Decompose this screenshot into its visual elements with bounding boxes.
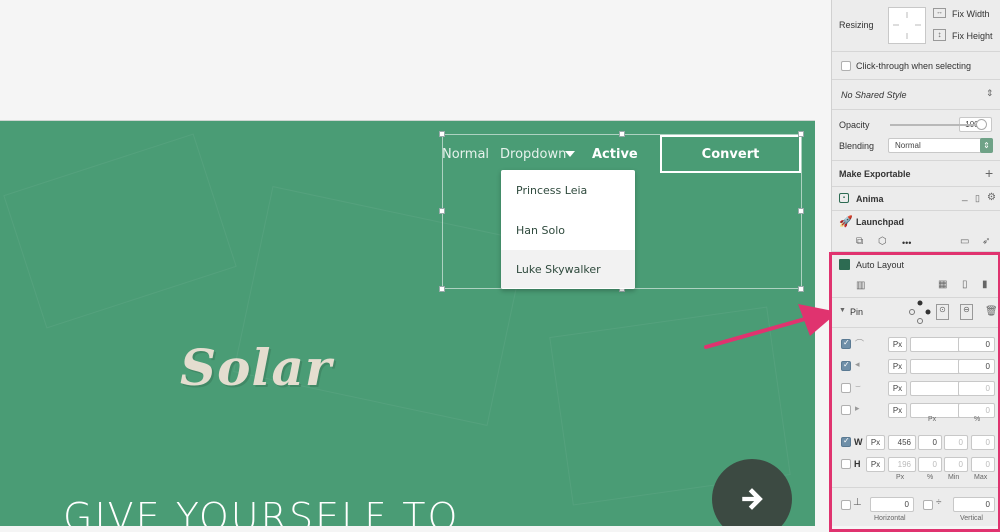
anima-section: ▪ Anima _ ▯ ⚙ xyxy=(832,187,1000,211)
minimize-icon[interactable]: _ xyxy=(962,191,968,202)
appearance-section: Opacity 100% Blending Normal ⇕ xyxy=(832,110,1000,161)
opacity-label: Opacity xyxy=(839,120,870,130)
opacity-slider-knob[interactable] xyxy=(976,119,987,130)
link-icon[interactable]: ⧉ xyxy=(856,236,863,247)
opacity-slider-track[interactable] xyxy=(890,124,982,126)
updown-chevron-icon[interactable]: ⇕ xyxy=(986,88,994,99)
dropdown-menu: Princess Leia Han Solo Luke Skywalker xyxy=(501,170,635,289)
anima-label: Anima xyxy=(856,194,884,204)
resizing-label: Resizing xyxy=(839,20,874,30)
shared-style-select[interactable]: No Shared Style xyxy=(841,90,907,100)
resize-handle[interactable] xyxy=(439,131,445,137)
hero-headline: GIVE YOURSELF TO xyxy=(63,495,460,526)
arrow-right-icon xyxy=(742,488,763,510)
cube-icon[interactable]: ⬡ xyxy=(878,236,887,247)
rocket-launch-icon[interactable]: ➶ xyxy=(982,236,990,247)
gear-icon[interactable]: ⚙ xyxy=(987,192,996,203)
resizing-section: Resizing ↔ Fix Width ↕ Fix Height xyxy=(832,0,1000,52)
blending-select[interactable]: Normal xyxy=(888,138,993,153)
inspector-panel: Resizing ↔ Fix Width ↕ Fix Height Click-… xyxy=(829,0,1000,532)
browser-icon[interactable]: ▭ xyxy=(960,236,969,247)
dropdown-item-han-solo[interactable]: Han Solo xyxy=(501,211,635,249)
panel-icon[interactable]: ▯ xyxy=(975,193,980,204)
pin-highlight-annotation xyxy=(829,252,1000,532)
resize-handle[interactable] xyxy=(798,208,804,214)
resize-handle[interactable] xyxy=(439,208,445,214)
more-icon[interactable]: ••• xyxy=(902,238,911,248)
resize-handle[interactable] xyxy=(798,286,804,292)
anima-logo-icon: ▪ xyxy=(839,193,849,203)
plus-icon[interactable]: + xyxy=(985,165,993,181)
fix-width-icon[interactable]: ↔ xyxy=(933,8,946,18)
dropdown-item-princess-leia[interactable]: Princess Leia xyxy=(501,171,635,209)
rocket-icon: 🚀 xyxy=(839,216,853,228)
click-through-checkbox[interactable] xyxy=(841,61,851,71)
resize-constraint-icon xyxy=(893,12,921,39)
resizing-widget[interactable] xyxy=(888,7,926,44)
launchpad-label: Launchpad xyxy=(856,217,905,227)
background-texture xyxy=(3,133,237,329)
fix-height-icon[interactable]: ↕ xyxy=(933,29,946,41)
solar-logo: Solar xyxy=(180,338,333,397)
click-through-label: Click-through when selecting xyxy=(856,61,972,71)
fix-height-label[interactable]: Fix Height xyxy=(952,31,993,41)
export-section: Make Exportable + xyxy=(832,161,1000,187)
design-canvas[interactable]: Normal Dropdown Active Convert Princess … xyxy=(0,0,830,526)
resize-handle[interactable] xyxy=(439,286,445,292)
resize-handle[interactable] xyxy=(798,131,804,137)
blending-chevron-icon[interactable]: ⇕ xyxy=(980,138,993,153)
fix-width-label[interactable]: Fix Width xyxy=(952,9,990,19)
launchpad-section: 🚀 Launchpad ⧉ ⬡ ••• ▭ ➶ xyxy=(832,211,1000,252)
make-exportable-label: Make Exportable xyxy=(839,169,911,179)
dropdown-item-luke-skywalker[interactable]: Luke Skywalker xyxy=(501,250,635,288)
shared-style-section[interactable]: No Shared Style ⇕ xyxy=(832,80,1000,110)
pointer-arrow-annotation xyxy=(704,304,830,349)
resize-handle[interactable] xyxy=(619,131,625,137)
click-through-section: Click-through when selecting xyxy=(832,52,1000,80)
blending-label: Blending xyxy=(839,141,875,151)
